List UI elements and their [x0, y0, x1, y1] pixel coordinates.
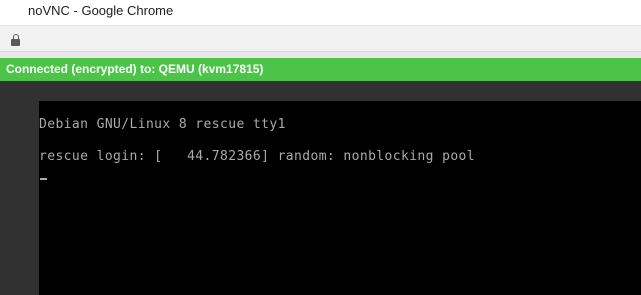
console-line-os-banner: Debian GNU/Linux 8 rescue tty1 — [39, 117, 286, 132]
browser-title-bar: noVNC - Google Chrome — [0, 0, 641, 26]
connection-status-text: Connected (encrypted) to: QEMU (kvm17815… — [6, 62, 264, 76]
address-bar[interactable] — [0, 26, 641, 52]
window-title: noVNC - Google Chrome — [28, 3, 174, 18]
lock-icon[interactable] — [11, 34, 20, 46]
console-cursor — [40, 178, 47, 180]
vnc-console-screen[interactable]: Debian GNU/Linux 8 rescue tty1 rescue lo… — [39, 101, 641, 295]
vnc-status-bar: Connected (encrypted) to: QEMU (kvm17815… — [0, 58, 641, 81]
console-line-login-prompt: rescue login: [ 44.782366] random: nonbl… — [39, 149, 476, 164]
